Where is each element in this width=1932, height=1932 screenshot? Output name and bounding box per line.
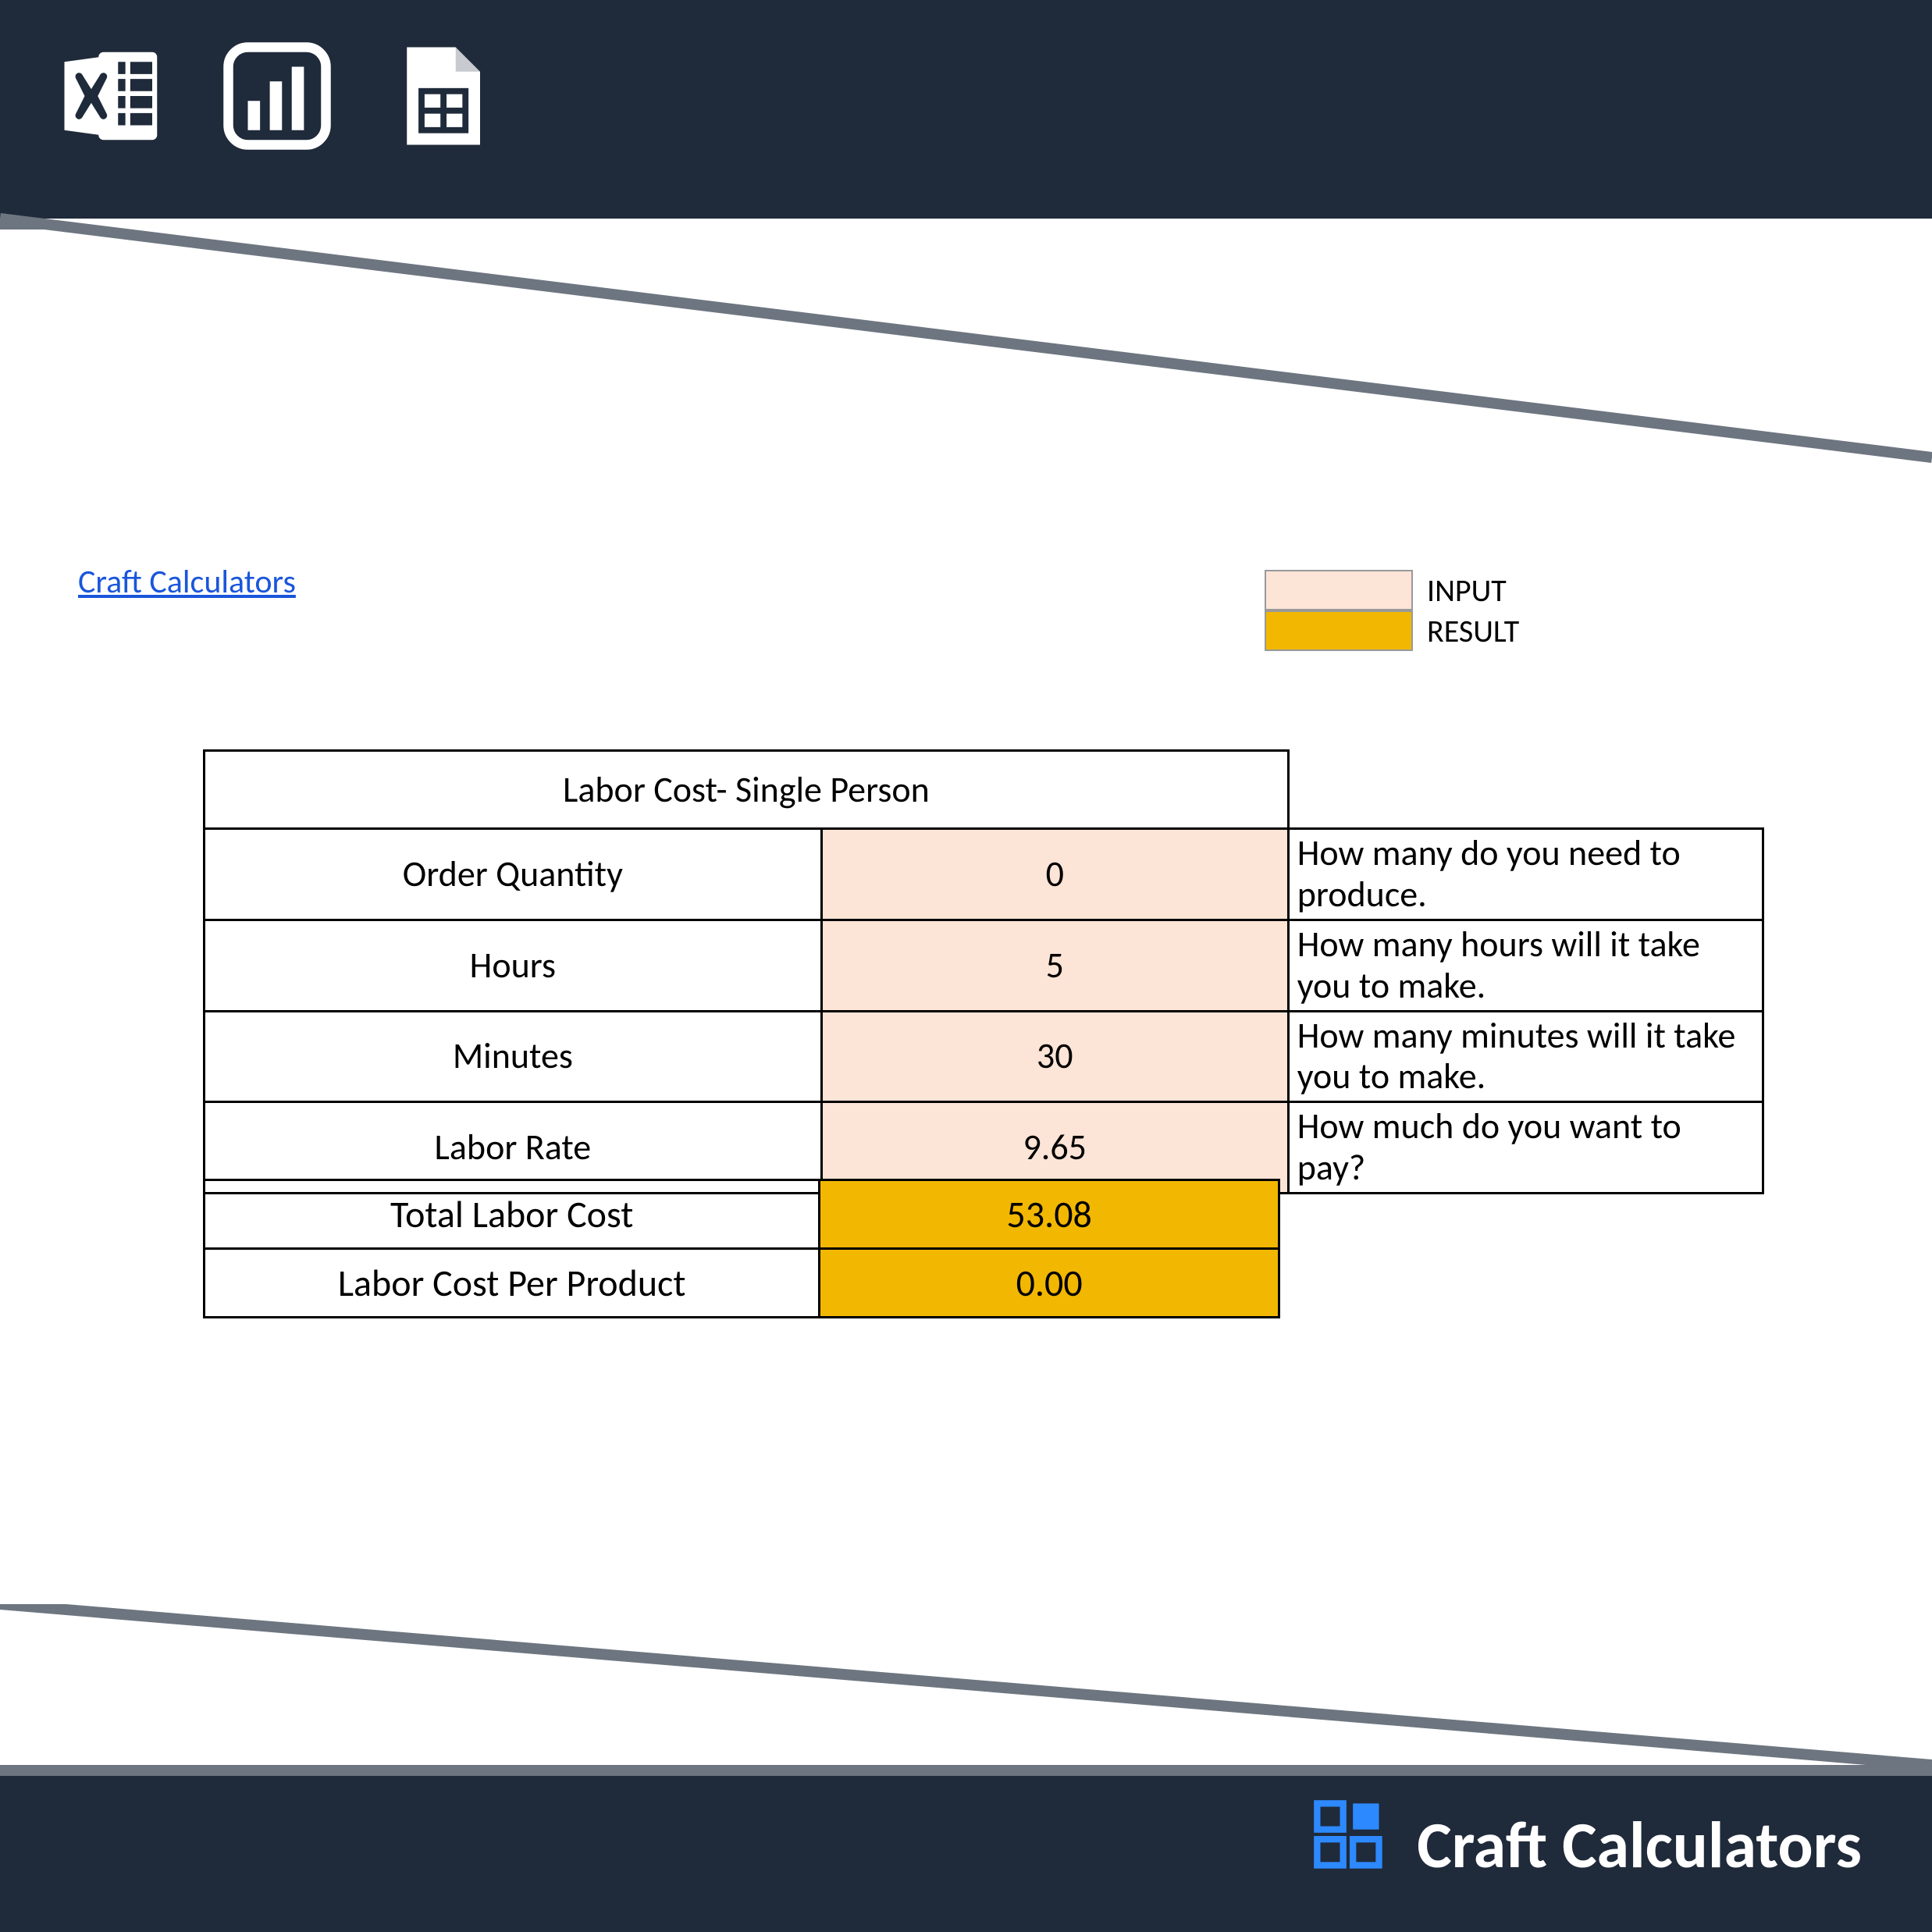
order-quantity-input[interactable]: 0 <box>821 829 1288 920</box>
row-note: How many hours will it take you to make. <box>1288 920 1763 1011</box>
minutes-input[interactable]: 30 <box>821 1011 1288 1102</box>
result-label: Labor Cost Per Product <box>205 1249 820 1318</box>
sheets-icon <box>382 37 500 158</box>
table-row: Labor Cost Per Product 0.00 <box>205 1249 1279 1318</box>
top-banner-accent <box>0 219 1932 229</box>
legend-label-input: INPUT <box>1413 570 1507 610</box>
hours-input[interactable]: 5 <box>821 920 1288 1011</box>
row-note: How many do you need to produce. <box>1288 829 1763 920</box>
footer-brand-text: Craft Calculators <box>1417 1805 1862 1885</box>
excel-icon <box>55 37 172 158</box>
table-title: Labor Cost- Single Person <box>205 751 1289 829</box>
labor-cost-per-product-value: 0.00 <box>820 1249 1279 1318</box>
row-label: Order Quantity <box>205 829 822 920</box>
total-labor-cost-value: 53.08 <box>820 1180 1279 1249</box>
labor-cost-table: Labor Cost- Single Person Order Quantity… <box>203 749 1764 1194</box>
legend: INPUT RESULT <box>1265 570 1519 651</box>
bottom-banner-accent <box>0 1765 1932 1776</box>
legend-label-result: RESULT <box>1413 610 1519 651</box>
legend-swatch-result <box>1265 610 1413 651</box>
header-icon-row <box>55 37 500 158</box>
craft-calculators-link[interactable]: Craft Calculators <box>78 562 296 602</box>
table-row: Total Labor Cost 53.08 <box>205 1180 1279 1249</box>
row-note: How many minutes will it take you to mak… <box>1288 1011 1763 1102</box>
row-note: How much do you want to pay? <box>1288 1102 1763 1194</box>
row-label: Minutes <box>205 1011 822 1102</box>
table-row: Minutes 30 How many minutes will it take… <box>205 1011 1763 1102</box>
table-row: Hours 5 How many hours will it take you … <box>205 920 1763 1011</box>
result-label: Total Labor Cost <box>205 1180 820 1249</box>
row-label: Hours <box>205 920 822 1011</box>
chart-icon <box>219 37 336 158</box>
footer-brand: Craft Calculators <box>1311 1797 1862 1893</box>
brand-squares-icon <box>1311 1797 1389 1893</box>
results-table: Total Labor Cost 53.08 Labor Cost Per Pr… <box>203 1179 1280 1318</box>
table-row: Order Quantity 0 How many do you need to… <box>205 829 1763 920</box>
legend-swatch-input <box>1265 570 1413 610</box>
